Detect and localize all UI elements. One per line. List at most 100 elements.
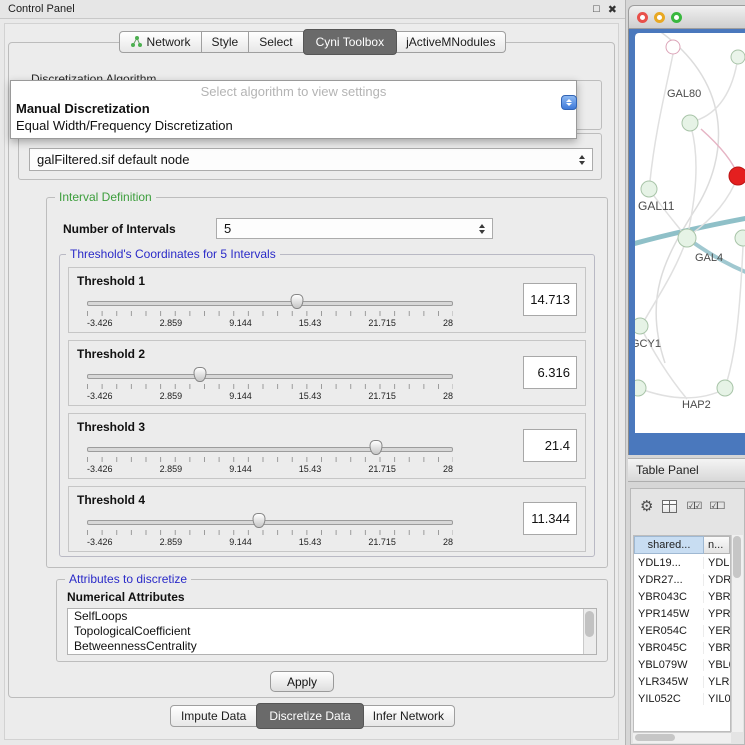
network-node[interactable]: [731, 50, 745, 64]
table-header-row: shared... n...: [634, 536, 730, 554]
list-item[interactable]: SelfLoops: [68, 609, 596, 624]
threshold-4-slider[interactable]: [87, 513, 453, 529]
network-edge[interactable]: [643, 238, 687, 323]
slider-track[interactable]: [87, 301, 453, 306]
table-row[interactable]: YBL079WYBL0...: [634, 656, 730, 673]
scrollbar-thumb[interactable]: [733, 536, 741, 578]
list-scrollbar[interactable]: [583, 609, 596, 654]
list-item[interactable]: BetweennessCentrality: [68, 639, 596, 654]
network-node[interactable]: [666, 40, 680, 54]
slider-thumb[interactable]: [194, 367, 207, 382]
gear-icon[interactable]: ⚙: [640, 499, 653, 514]
combo-value: 5: [224, 221, 231, 236]
table-row[interactable]: YPR145WYPR1...: [634, 605, 730, 622]
network-window-titlebar[interactable]: [628, 5, 745, 29]
network-node[interactable]: [682, 115, 698, 131]
network-node[interactable]: [635, 380, 646, 396]
close-traffic-light-icon[interactable]: [637, 12, 648, 23]
zoom-traffic-light-icon[interactable]: [671, 12, 682, 23]
numerical-attributes-label: Numerical Attributes: [67, 590, 185, 604]
table-cell: YLR3...: [704, 676, 730, 688]
network-node[interactable]: [635, 318, 648, 334]
network-view-window: GAL80GAL11GAL4GCY1HAP2: [628, 5, 745, 455]
tab-label: Cyni Toolbox: [316, 35, 384, 49]
network-node[interactable]: [678, 229, 696, 247]
combo-stepper-icon: [579, 155, 585, 165]
slider-scale-labels: -3.4262.8599.14415.4321.71528: [87, 318, 453, 328]
threshold-3-value-field[interactable]: 21.4: [523, 429, 577, 462]
number-of-intervals-combo[interactable]: 5: [216, 218, 493, 239]
tab-style[interactable]: Style: [202, 31, 250, 53]
tab-infer-network[interactable]: Infer Network: [363, 705, 455, 727]
table-cell: YDR27...: [634, 574, 704, 586]
tab-network[interactable]: Network: [119, 31, 202, 53]
threshold-1-value-field[interactable]: 14.713: [523, 283, 577, 316]
slider-thumb[interactable]: [253, 513, 266, 528]
list-item[interactable]: TopologicalCoefficient: [68, 624, 596, 639]
table-row[interactable]: YLR345WYLR3...: [634, 673, 730, 690]
minimize-traffic-light-icon[interactable]: [654, 12, 665, 23]
table-row[interactable]: YIL052CYIL0...: [634, 690, 730, 707]
network-edge[interactable]: [650, 54, 673, 181]
select-all-columns-icon[interactable]: ☑☑: [686, 501, 700, 512]
unselect-columns-icon[interactable]: ☑☐: [709, 501, 723, 512]
threshold-3-slider[interactable]: [87, 440, 453, 456]
apply-button[interactable]: Apply: [270, 671, 334, 692]
threshold-2-value-field[interactable]: 6.316: [523, 356, 577, 389]
show-columns-icon[interactable]: [662, 500, 677, 513]
algorithm-dropdown-popup: Select algorithm to view settings Manual…: [10, 80, 577, 139]
network-node[interactable]: [729, 167, 745, 185]
network-edge[interactable]: [655, 33, 719, 363]
column-header-shared-name[interactable]: shared...: [634, 536, 704, 554]
float-window-icon[interactable]: □: [593, 3, 600, 16]
network-edge[interactable]: [640, 326, 687, 399]
table-row[interactable]: YER054CYER0...: [634, 622, 730, 639]
numerical-attributes-list[interactable]: SelfLoopsTopologicalCoefficientBetweenne…: [67, 608, 597, 655]
threshold-1-slider[interactable]: [87, 294, 453, 310]
slider-track[interactable]: [87, 520, 453, 525]
slider-scale-labels: -3.4262.8599.14415.4321.71528: [87, 464, 453, 474]
slider-thumb[interactable]: [291, 294, 304, 309]
table-row[interactable]: YDL19...YDL1...: [634, 554, 730, 571]
tab-select[interactable]: Select: [249, 31, 303, 53]
table-vertical-scrollbar[interactable]: [731, 535, 743, 732]
table-cell: YPR145W: [634, 608, 704, 620]
threshold-2-slider[interactable]: [87, 367, 453, 383]
network-node[interactable]: [717, 380, 733, 396]
threshold-4-value-field[interactable]: 11.344: [523, 502, 577, 535]
popup-option-equal-width-frequency[interactable]: Equal Width/Frequency Discretization: [11, 117, 576, 138]
tab-cyni-toolbox[interactable]: Cyni Toolbox: [303, 29, 397, 55]
scrollbar-thumb[interactable]: [585, 611, 594, 637]
table-panel-titlebar[interactable]: Table Panel: [628, 458, 745, 482]
scrollbar-thumb[interactable]: [635, 734, 675, 741]
table-data-combo[interactable]: galFiltered.sif default node: [29, 148, 593, 171]
threshold-label: Threshold 3: [77, 420, 145, 434]
group-title: Attributes to discretize: [65, 572, 191, 586]
stepper-up-icon: [566, 99, 572, 102]
threshold-3-panel: Threshold 3 -3.4262.8599.14415.4321.7152…: [68, 413, 586, 479]
table-cell: YBR0...: [704, 591, 730, 603]
tab-label: Select: [259, 35, 292, 49]
popup-option-manual-discretization[interactable]: Manual Discretization: [11, 100, 576, 117]
table-horizontal-scrollbar[interactable]: [633, 732, 731, 743]
tab-impute-data[interactable]: Impute Data: [170, 705, 257, 727]
table-row[interactable]: YBR045CYBR0...: [634, 639, 730, 656]
slider-track[interactable]: [87, 374, 453, 379]
network-canvas[interactable]: GAL80GAL11GAL4GCY1HAP2: [635, 33, 745, 433]
slider-ticks: [87, 457, 453, 462]
slider-thumb[interactable]: [370, 440, 383, 455]
threshold-4-panel: Threshold 4 -3.4262.8599.14415.4321.7152…: [68, 486, 586, 552]
table-row[interactable]: YBR043CYBR0...: [634, 588, 730, 605]
network-node[interactable]: [735, 230, 745, 246]
table-row[interactable]: YDR27...YDR2...: [634, 571, 730, 588]
algorithm-combo-stepper[interactable]: [561, 95, 577, 110]
bottom-tab-bar: Impute Data Discretize Data Infer Networ…: [0, 705, 625, 727]
tab-discretize-data[interactable]: Discretize Data: [256, 703, 363, 729]
threshold-2-panel: Threshold 2 -3.4262.8599.14415.4321.7152…: [68, 340, 586, 406]
window-title: Control Panel: [8, 3, 75, 15]
slider-track[interactable]: [87, 447, 453, 452]
column-header-name[interactable]: n...: [704, 536, 730, 554]
network-node[interactable]: [641, 181, 657, 197]
tab-jactivemnodules[interactable]: jActiveMNodules: [396, 31, 506, 53]
close-window-icon[interactable]: ✖: [608, 3, 617, 16]
